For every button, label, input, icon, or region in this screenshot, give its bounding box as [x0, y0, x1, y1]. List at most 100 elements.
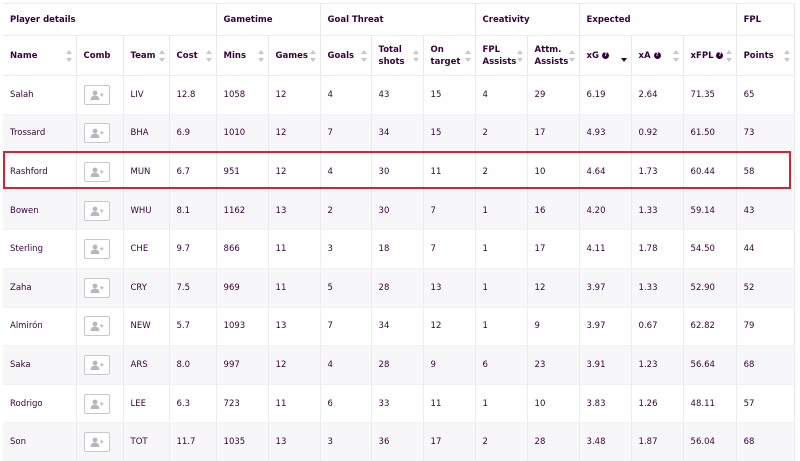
column-header-on-target[interactable]: On target — [423, 35, 476, 76]
sort-arrows-icon[interactable] — [257, 49, 264, 62]
info-icon[interactable]: ? — [716, 51, 724, 59]
cell-on-target: 17 — [423, 422, 476, 461]
cell-name[interactable]: Rashford — [3, 152, 77, 192]
sort-arrows-icon[interactable] — [516, 49, 523, 62]
column-header-label: xG — [586, 50, 600, 61]
cell-team: CHE — [123, 229, 170, 269]
cell-cost: 7.5 — [169, 268, 217, 308]
cell-name[interactable]: Trossard — [3, 114, 77, 154]
sort-arrows-icon[interactable] — [672, 49, 679, 62]
sort-arrows-icon[interactable] — [205, 49, 212, 62]
cell-games: 11 — [268, 384, 321, 424]
add-player-icon — [90, 321, 104, 332]
column-header-shots[interactable]: Total shots — [371, 35, 424, 76]
add-player-icon — [90, 360, 104, 370]
cell-name[interactable]: Zaha — [3, 268, 77, 308]
add-player-button[interactable] — [83, 277, 110, 298]
add-player-button[interactable] — [83, 393, 110, 414]
info-icon[interactable]: ? — [602, 51, 610, 59]
group-gametime: Gametime — [216, 3, 321, 36]
column-header-xg[interactable]: xG? — [579, 35, 632, 76]
cell-points: 79 — [736, 307, 795, 347]
add-player-button[interactable] — [83, 84, 110, 105]
sort-up-icon — [65, 49, 72, 54]
column-header-mins[interactable]: Mins — [216, 35, 269, 76]
sort-arrows-icon[interactable] — [309, 49, 316, 62]
cell-name[interactable]: Rodrigo — [3, 384, 77, 424]
cell-fpl-assists: 2 — [475, 422, 528, 461]
cell-attm-assists: 10 — [527, 384, 580, 424]
cell-shots: 30 — [371, 191, 424, 231]
sort-arrows-icon[interactable] — [464, 49, 471, 62]
cell-name[interactable]: Bowen — [3, 191, 77, 231]
add-player-icon — [90, 90, 104, 100]
cell-shots: 36 — [371, 422, 424, 461]
cell-games: 11 — [268, 229, 321, 269]
sort-arrows-icon[interactable] — [568, 49, 575, 62]
comb-cell — [76, 229, 124, 269]
comb-cell — [76, 152, 124, 192]
cell-games: 13 — [268, 422, 321, 461]
sort-arrows-icon[interactable] — [158, 49, 165, 62]
column-header-xa[interactable]: xA? — [631, 35, 684, 76]
cell-on-target: 15 — [423, 75, 476, 115]
player-stats-table: Player details Gametime Goal Threat Crea… — [3, 3, 795, 461]
sort-up-icon — [158, 49, 165, 54]
column-header-name[interactable]: Name — [3, 35, 77, 76]
cell-xfpl: 59.14 — [683, 191, 737, 231]
cell-mins: 951 — [216, 152, 269, 192]
cell-goals: 3 — [320, 229, 372, 269]
table-row: Bowen WHU 8.1 1162 13 2 30 7 1 16 4.20 1.33 59.14 43 — [3, 191, 795, 231]
cell-on-target: 11 — [423, 384, 476, 424]
cell-shots: 28 — [371, 345, 424, 385]
cell-fpl-assists: 2 — [475, 152, 528, 192]
cell-cost: 9.7 — [169, 229, 217, 269]
cell-fpl-assists: 2 — [475, 114, 528, 154]
cell-xfpl: 61.50 — [683, 114, 737, 154]
add-player-button[interactable] — [83, 161, 110, 182]
sort-arrows-icon[interactable] — [725, 49, 732, 62]
column-header-label: Games — [275, 50, 308, 61]
column-header-team[interactable]: Team — [123, 35, 170, 76]
cell-games: 12 — [268, 152, 321, 192]
cell-name[interactable]: Saka — [3, 345, 77, 385]
cell-xa: 1.26 — [631, 384, 684, 424]
cell-xa: 0.92 — [631, 114, 684, 154]
column-header-comb: Comb — [76, 35, 124, 76]
cell-points: 73 — [736, 114, 795, 154]
cell-name[interactable]: Son — [3, 422, 77, 461]
cell-xg: 3.97 — [579, 268, 632, 308]
cell-xfpl: 62.82 — [683, 307, 737, 347]
column-header-attm-assists[interactable]: Attm. Assists — [527, 35, 580, 76]
sort-down-icon — [516, 57, 523, 62]
add-player-icon — [90, 167, 104, 177]
cell-name[interactable]: Salah — [3, 75, 77, 115]
info-icon[interactable]: ? — [653, 51, 661, 59]
column-header-fpl-assists[interactable]: FPL Assists — [475, 35, 528, 76]
cell-cost: 11.7 — [169, 422, 217, 461]
sort-arrows-icon[interactable] — [65, 49, 72, 62]
add-player-button[interactable] — [83, 123, 110, 144]
sort-up-icon — [257, 49, 264, 54]
cell-name[interactable]: Sterling — [3, 229, 77, 269]
column-header-games[interactable]: Games — [268, 35, 321, 76]
column-header-points[interactable]: Points — [736, 35, 795, 76]
column-header-cost[interactable]: Cost — [169, 35, 217, 76]
sort-up-icon — [360, 49, 367, 54]
sort-arrows-icon[interactable] — [620, 50, 627, 62]
cell-fpl-assists: 4 — [475, 75, 528, 115]
sort-arrows-icon[interactable] — [783, 49, 790, 62]
cell-fpl-assists: 1 — [475, 384, 528, 424]
cell-cost: 12.8 — [169, 75, 217, 115]
sort-arrows-icon[interactable] — [360, 49, 367, 62]
add-player-button[interactable] — [83, 354, 110, 375]
add-player-button[interactable] — [83, 316, 110, 337]
add-player-button[interactable] — [83, 200, 110, 221]
column-header-xfpl[interactable]: xFPL? — [683, 35, 737, 76]
cell-xfpl: 56.04 — [683, 422, 737, 461]
sort-arrows-icon[interactable] — [412, 49, 419, 62]
add-player-button[interactable] — [83, 239, 110, 260]
column-header-goals[interactable]: Goals — [320, 35, 372, 76]
cell-name[interactable]: Almirón — [3, 307, 77, 347]
add-player-button[interactable] — [83, 432, 110, 453]
